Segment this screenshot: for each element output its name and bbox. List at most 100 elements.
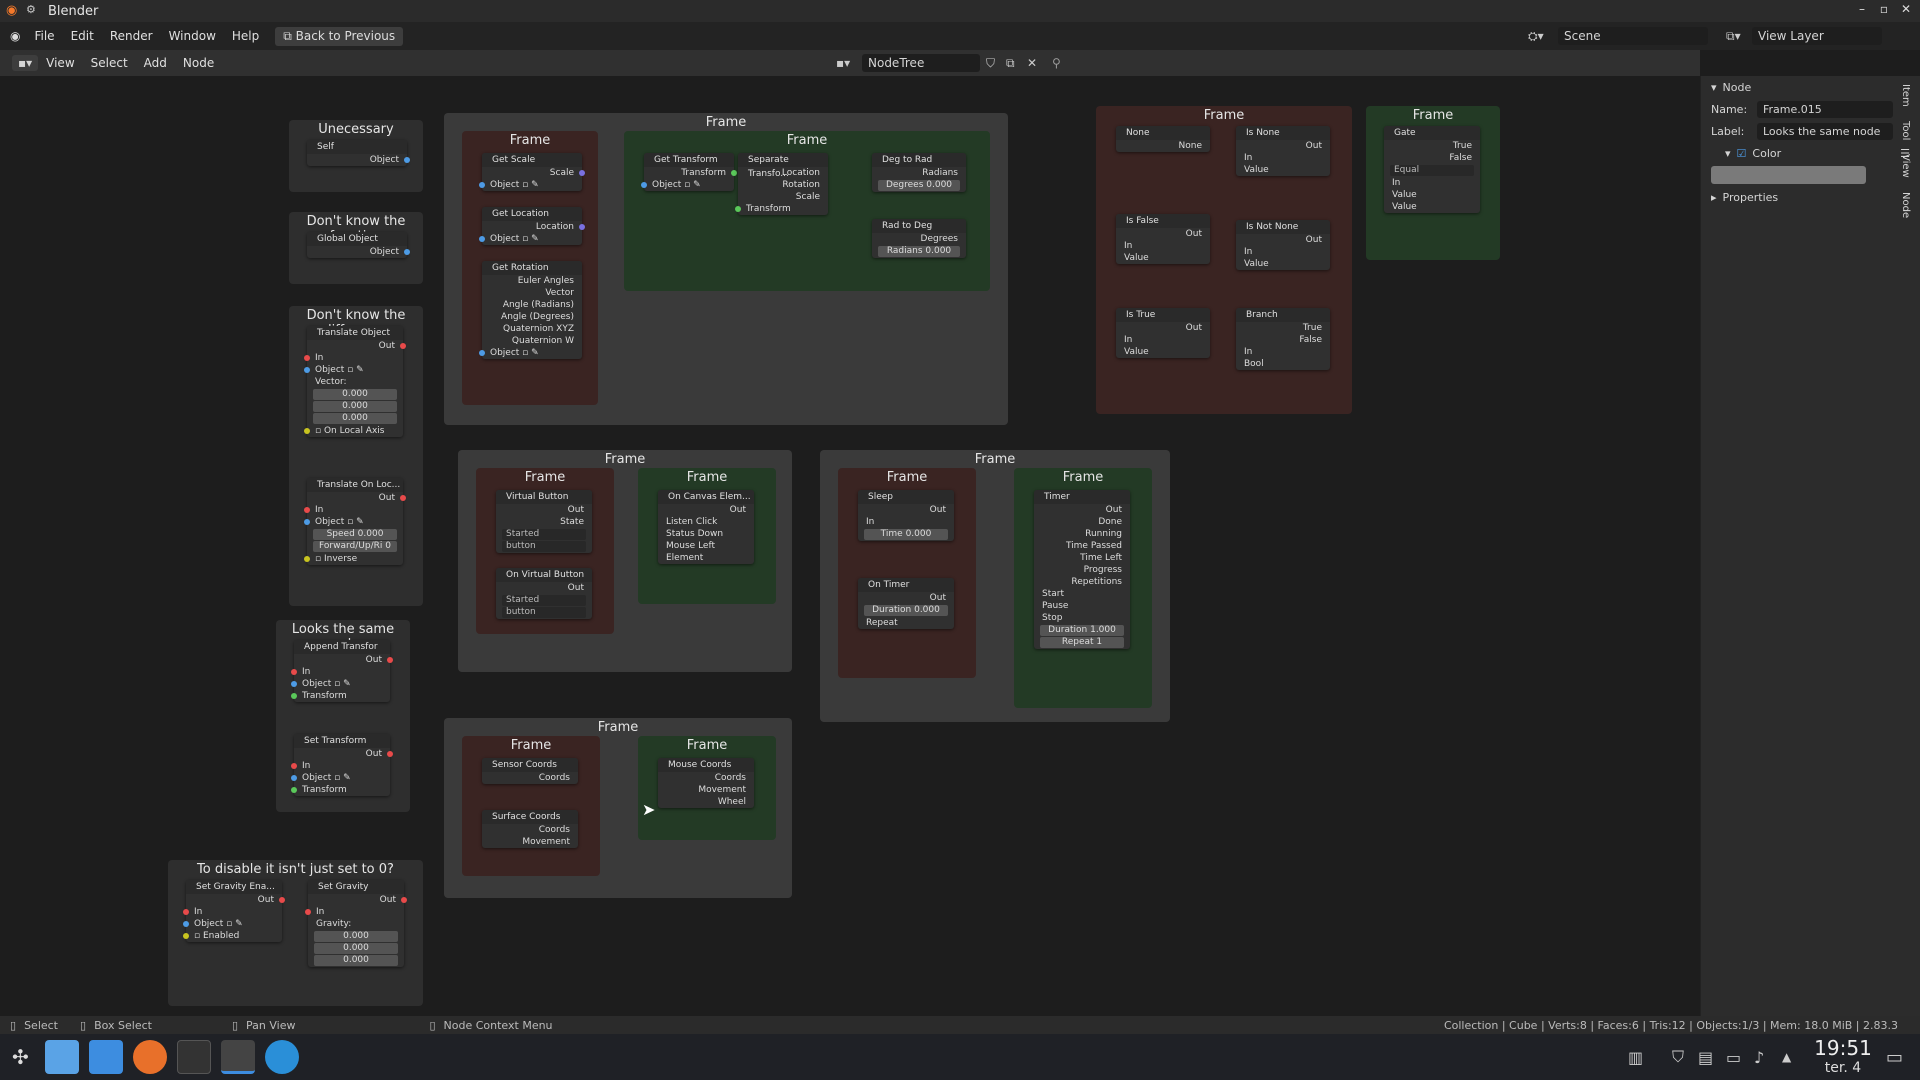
node-is-none[interactable]: Is None Out In Value [1236,126,1330,176]
file-manager-icon[interactable] [88,1040,123,1074]
node-is-true[interactable]: Is True Out In Value [1116,308,1210,358]
menu-help[interactable]: Help [224,29,267,43]
node-timer[interactable]: Timer Out Done Running Time Passed Time … [1034,490,1130,649]
color-checkbox[interactable]: ☑ [1737,147,1747,160]
node-is-not-none[interactable]: Is Not None Out In Value [1236,220,1330,270]
frame-gate[interactable]: Frame Gate True False Equal In Value Val… [1366,106,1500,260]
node-get-scale[interactable]: Get Scale Scale Object ▫ ✎ [479,153,585,191]
node-translate-on-local[interactable]: Translate On Loc... Out In Object ▫ ✎ Sp… [304,478,406,565]
tab-tool[interactable]: Tool [1900,121,1911,140]
blender-menu-icon[interactable]: ◉ [10,29,20,43]
node-rad-to-deg[interactable]: Rad to Deg Degrees Radians 0.000 [872,219,966,258]
node-surface-coords[interactable]: Surface Coords Coords Movement [482,810,578,848]
tab-view[interactable]: View [1900,154,1911,178]
frame-logic[interactable]: Frame None None Is None Out In Value Is … [1096,106,1352,414]
frame-timers[interactable]: Frame Frame Sleep Out In Time 0.000 On T… [820,450,1170,722]
node-set-gravity[interactable]: Set Gravity Out In Gravity: 0.000 0.000 … [305,880,407,967]
node-get-location[interactable]: Get Location Location Object ▫ ✎ [479,207,585,245]
input-socket[interactable] [304,367,310,373]
menu-window[interactable]: Window [161,29,224,43]
minimize-button[interactable]: – [1854,2,1870,18]
frame-dont-know-difference[interactable]: Don't know the difference Translate Obje… [289,306,423,606]
vector-y-field[interactable]: 0.000 [313,401,397,412]
node-name-field[interactable]: Frame.015 [1757,100,1893,118]
firefox-icon[interactable] [132,1040,167,1074]
frame-disable-question[interactable]: To disable it isn't just set to 0? Set G… [168,860,423,1006]
node-set-gravity-enabled[interactable]: Set Gravity Ena... Out In Object ▫ ✎ ▫ E… [183,880,285,942]
menu-render[interactable]: Render [102,29,161,43]
frame-looks-same-node[interactable]: Looks the same node Append Transfor Out … [276,620,410,812]
node-self[interactable]: Self Object [307,140,410,166]
frame-getters[interactable]: Frame Frame Get Scale Scale Object ▫ ✎ G… [444,113,1008,425]
app-launcher-icon[interactable]: ✣ [12,1045,29,1069]
browser-icon[interactable] [264,1040,299,1074]
input-socket[interactable] [304,355,310,361]
frame-dont-know-function[interactable]: Don't know the function Global Object Ob… [289,212,423,284]
node-get-rotation[interactable]: Get Rotation Euler Angles Vector Angle (… [479,261,582,359]
shield-icon[interactable]: ⛉ [1672,1047,1684,1067]
frame-sensor[interactable]: Frame Sensor Coords Coords Surface Coord… [462,736,600,876]
menu-add[interactable]: Add [136,56,175,70]
clipboard-icon[interactable]: ▤ [1698,1048,1713,1067]
frame-transform-nodes[interactable]: Frame Get Transform Transform Object ▫ ✎… [624,131,990,291]
menu-select[interactable]: Select [83,56,136,70]
scene-icon[interactable]: ⛭▾ [1528,29,1544,44]
frame-buttons[interactable]: Frame Frame Virtual Button Out State Sta… [458,450,792,672]
settings-icon[interactable]: ⚙ [26,3,36,16]
clock[interactable]: 19:51 ter. 4 [1808,1036,1878,1076]
node-global-object[interactable]: Global Object Object [307,232,410,258]
node-tree-type-icon[interactable]: ▪▾ [836,56,850,70]
terminal-icon[interactable] [176,1040,211,1074]
compare-dropdown[interactable]: Equal [1390,165,1474,176]
editor-type-icon[interactable]: ▪▾ [12,55,39,71]
scene-field[interactable]: Scene [1558,27,1708,45]
vector-x-field[interactable]: 0.000 [313,389,397,400]
node-virtual-button[interactable]: Virtual Button Out State Started button [496,490,592,553]
frame-sleep[interactable]: Frame Sleep Out In Time 0.000 On Timer O… [838,468,976,678]
node-translate-object[interactable]: Translate Object Out In Object ▫ ✎ Vecto… [304,326,406,437]
show-desktop-icon[interactable]: ▭ [1886,1047,1903,1068]
close-button[interactable]: ✕ [1898,2,1914,18]
frame-canvas-element[interactable]: Frame On Canvas Elem... Out Listen Click… [638,468,776,604]
forward-field[interactable]: Forward/Up/Ri 0 [313,541,397,552]
panel-properties-header[interactable]: ▸ Properties [1701,186,1920,208]
node-separate-transform[interactable]: Separate Transfo... Location Rotation Sc… [735,153,828,215]
volume-icon[interactable]: ♪ [1754,1048,1764,1067]
node-sensor-coords[interactable]: Sensor Coords Coords [482,758,578,784]
output-socket[interactable] [404,249,410,255]
maximize-button[interactable]: ▫ [1876,2,1892,18]
node-is-false[interactable]: Is False Out In Value [1116,214,1210,264]
node-get-transform[interactable]: Get Transform Transform Object ▫ ✎ [641,153,737,191]
node-label-field[interactable]: Looks the same node [1757,122,1893,140]
node-gate[interactable]: Gate True False Equal In Value Value [1384,126,1480,213]
tab-item[interactable]: Item [1900,84,1911,107]
view-layer-icon[interactable]: ⧉▾ [1726,29,1741,44]
node-mouse-coords[interactable]: Mouse Coords Coords Movement Wheel [658,758,754,808]
frame-coords[interactable]: Frame Frame Sensor Coords Coords Surface… [444,718,792,898]
node-set-transform[interactable]: Set Transform Out In Object ▫ ✎ Transfor… [291,734,393,796]
output-socket[interactable] [404,157,410,163]
back-to-previous-button[interactable]: ⧉ Back to Previous [275,26,404,46]
view-layer-field[interactable]: View Layer [1752,27,1882,45]
panel-node-header[interactable]: ▾ Node [1701,76,1920,98]
node-sleep[interactable]: Sleep Out In Time 0.000 [858,490,954,541]
node-none[interactable]: None None [1116,126,1210,152]
network-icon[interactable]: ▭ [1726,1048,1741,1067]
node-canvas[interactable]: Unecessary Self Object Don't know the fu… [0,76,1700,1016]
new-tree-icon[interactable]: ⧉ [1006,56,1015,71]
library-icon[interactable]: ▥ [1628,1048,1643,1067]
menu-view[interactable]: View [38,56,82,70]
frame-mouse[interactable]: Frame Mouse Coords Coords Movement Wheel [638,736,776,840]
node-branch[interactable]: Branch True False In Bool [1236,308,1330,370]
menu-edit[interactable]: Edit [63,29,102,43]
frame-get-nodes[interactable]: Frame Get Scale Scale Object ▫ ✎ Get Loc… [462,131,598,405]
vector-z-field[interactable]: 0.000 [313,413,397,424]
tab-node[interactable]: Node [1900,192,1911,218]
frame-timer[interactable]: Frame Timer Out Done Running Time Passed… [1014,468,1152,708]
output-socket[interactable] [400,343,406,349]
node-on-canvas-element[interactable]: On Canvas Elem... Out Listen Click Statu… [658,490,754,564]
color-swatch[interactable] [1711,166,1866,184]
frame-virtual-buttons[interactable]: Frame Virtual Button Out State Started b… [476,468,614,634]
node-on-timer[interactable]: On Timer Out Duration 0.000 Repeat [858,578,954,629]
menu-node[interactable]: Node [175,56,222,70]
